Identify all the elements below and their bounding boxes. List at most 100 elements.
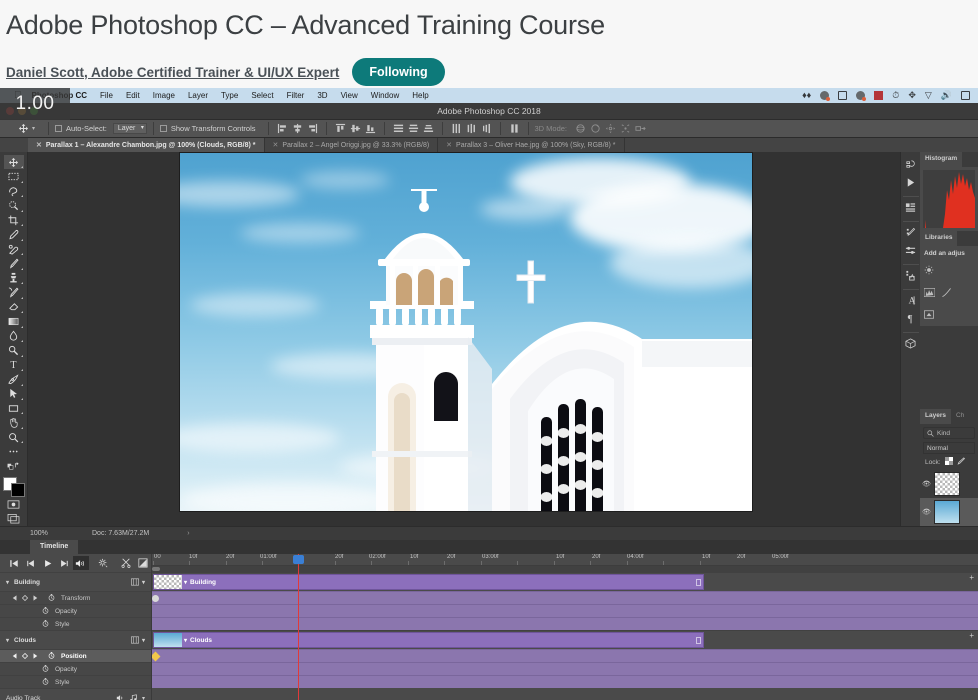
document-canvas[interactable] [180,153,752,511]
roll-3d-icon[interactable] [588,122,603,135]
align-vertical-centers-icon[interactable] [348,122,363,135]
property-row-opacity[interactable]: Opacity [0,604,151,617]
levels-sliders-icon[interactable] [903,243,919,258]
default-colors-swap-icon[interactable] [4,459,24,473]
step-back-button[interactable] [23,556,40,570]
track-options[interactable]: ▾ [131,578,145,586]
clip-row-clouds[interactable]: ▾ Clouds + [152,630,978,649]
keyframe-marker[interactable] [152,595,159,602]
tab-timeline[interactable]: Timeline [30,540,79,554]
document-tab-parallax-3[interactable]: ✕ Parallax 3 – Oliver Hae.jpg @ 100% (Sk… [438,138,625,152]
timeline-playhead[interactable] [293,554,304,700]
align-bottom-edges-icon[interactable] [363,122,378,135]
gradient-tool[interactable] [4,314,24,329]
background-color-swatch[interactable] [10,483,25,498]
following-button[interactable]: Following [352,58,445,86]
properties-icon[interactable] [903,200,919,215]
path-selection-tool[interactable] [4,387,24,401]
history-brush-tool[interactable] [4,285,24,300]
crop-tool[interactable] [4,213,24,227]
battery-icon[interactable] [961,91,970,100]
add-keyframe-icon[interactable] [22,595,28,601]
keyframe-lane-position[interactable] [152,649,978,662]
pan-3d-icon[interactable] [603,122,618,135]
distribute-top-icon[interactable] [391,122,406,135]
property-row-style[interactable]: Style [0,617,151,630]
clip-end-marker[interactable] [696,578,701,586]
menu-item-filter[interactable]: Filter [287,91,305,100]
brightness-contrast-icon[interactable] [924,262,934,280]
previous-keyframe-icon[interactable] [12,595,18,601]
quick-mask-toggle[interactable] [4,497,24,511]
align-top-edges-icon[interactable] [333,122,348,135]
hand-tool[interactable] [4,415,24,430]
history-icon[interactable] [903,157,919,172]
clock-icon[interactable]: ⏱ [892,91,899,100]
align-right-edges-icon[interactable] [305,122,320,135]
menu-item-layer[interactable]: Layer [188,91,208,100]
adjustments-icon[interactable] [903,225,919,240]
keyframe-marker[interactable] [152,651,161,662]
slide-3d-icon[interactable] [618,122,633,135]
edit-toolbar-tool[interactable] [4,444,24,458]
volume-icon[interactable]: 🔊 [941,91,952,100]
audio-track-controls[interactable]: ▾ [116,694,145,700]
chevron-down-icon[interactable]: ▾ [6,579,9,586]
mute-audio-button[interactable] [72,556,90,570]
keyframe-lane-style-clouds[interactable] [152,675,978,688]
orbit-3d-icon[interactable] [573,122,588,135]
auto-select-dropdown[interactable]: Layer [112,123,147,134]
tab-layers[interactable]: Layers [920,409,951,424]
track-filmstrip-icon[interactable] [131,578,139,586]
previous-keyframe-icon[interactable] [12,653,18,659]
keyframe-navigator[interactable] [12,653,42,659]
distribute-left-icon[interactable] [449,122,464,135]
author-link[interactable]: Daniel Scott, Adobe Certified Trainer & … [6,65,339,80]
next-keyframe-icon[interactable] [32,653,38,659]
timeline-tracks-area[interactable]: 00 10f 20f 01:00f 20f 02:00f 10f 20f 03:… [152,554,978,700]
menu-item-help[interactable]: Help [412,91,428,100]
close-tab-icon[interactable]: ✕ [446,141,452,149]
quick-selection-tool[interactable] [4,198,24,213]
lock-transparent-pixels-icon[interactable] [944,457,953,467]
zoom-level-field[interactable]: 100% [30,530,76,537]
keyframe-navigator[interactable] [12,595,42,601]
color-swatches[interactable] [2,477,25,498]
menu-item-window[interactable]: Window [371,91,399,100]
document-tab-parallax-2[interactable]: ✕ Parallax 2 – Angel Origgi.jpg @ 33.3% … [265,138,439,152]
tab-channels[interactable]: Ch [950,409,970,424]
chevron-down-icon[interactable]: ▾ [184,579,187,586]
next-keyframe-icon[interactable] [32,595,38,601]
bluetooth-icon[interactable]: ✥ [908,91,916,100]
track-header-clouds[interactable]: ▾ Clouds ▾ [0,630,151,649]
timeline-settings-button[interactable] [95,556,112,570]
document-tab-parallax-1[interactable]: ✕ Parallax 1 – Alexandre Chambon.jpg @ 1… [28,138,265,152]
audio-menu-chevron-icon[interactable]: ▾ [142,695,145,700]
property-row-transform[interactable]: Transform [0,591,151,604]
show-transform-controls-checkbox[interactable] [159,125,167,132]
tool-preset-chevron-icon[interactable]: ▾ [32,125,35,132]
stopwatch-icon[interactable] [42,677,49,687]
property-row-position[interactable]: Position [0,649,151,662]
close-tab-icon[interactable]: ✕ [36,141,42,149]
layer-visibility-eye-icon[interactable]: 👁 [922,508,931,516]
step-forward-button[interactable] [56,556,73,570]
stopwatch-icon[interactable] [48,651,55,661]
3d-cube-icon[interactable] [903,336,919,351]
wifi-icon[interactable]: ▽ [925,91,932,100]
keyframe-lane-transform[interactable] [152,591,978,604]
split-at-playhead-button[interactable] [118,556,135,570]
add-media-button[interactable]: + [969,573,974,582]
play-button[interactable] [39,556,56,570]
distribute-right-icon[interactable] [479,122,494,135]
cloud-icon[interactable] [856,91,867,101]
layer-visibility-eye-icon[interactable]: 👁 [922,480,931,488]
stopwatch-icon[interactable] [42,606,49,616]
clip-end-marker[interactable] [696,636,701,644]
playhead-handle[interactable] [293,555,304,564]
menu-item-file[interactable]: File [100,91,113,100]
levels-icon[interactable] [923,284,936,302]
stopwatch-icon[interactable] [42,664,49,674]
move-tool[interactable] [3,155,24,170]
property-row-style-clouds[interactable]: Style [0,675,151,688]
